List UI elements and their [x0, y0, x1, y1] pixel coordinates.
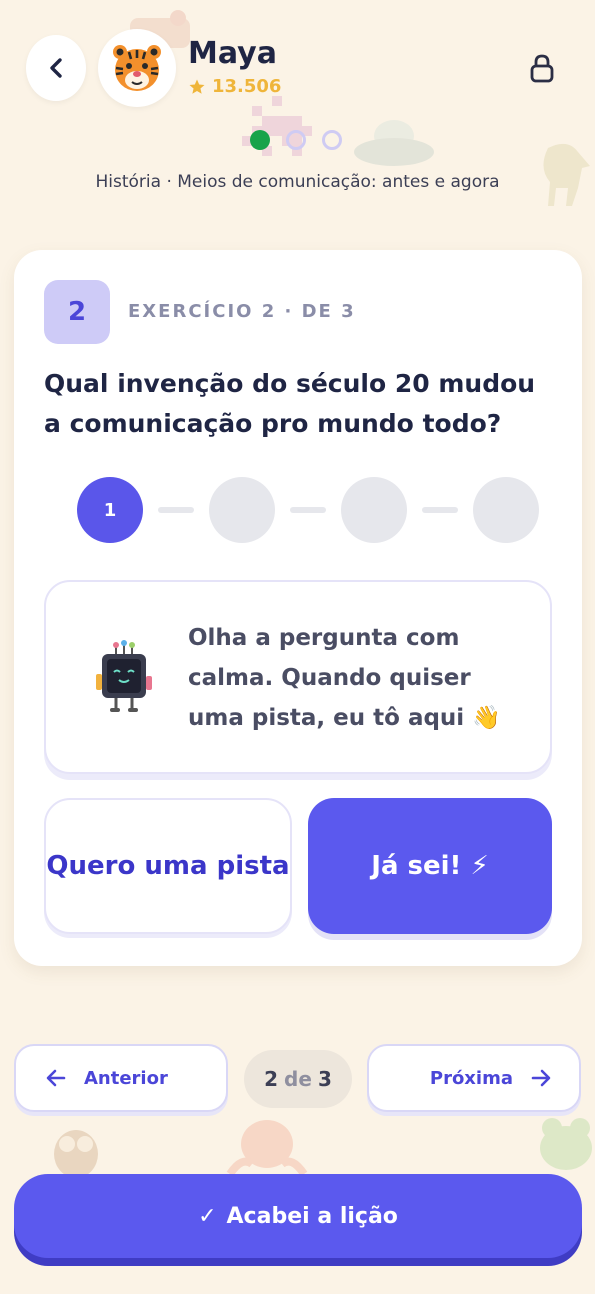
user-name: Maya [188, 36, 277, 71]
previous-label: Anterior [84, 1067, 168, 1089]
finish-label: Acabei a lição [226, 1203, 398, 1229]
progress-dot-done [250, 130, 270, 150]
lock-button[interactable] [526, 52, 558, 84]
tiger-avatar-icon [113, 45, 161, 91]
page-indicator: 2 de 3 [244, 1050, 352, 1108]
exercise-number-badge: 2 [44, 280, 110, 344]
previous-button[interactable]: Anterior [14, 1044, 228, 1112]
robot-mascot-icon [96, 640, 152, 712]
ufo-decoration [354, 120, 434, 166]
next-button[interactable]: Próxima [367, 1044, 581, 1112]
tip-text: Olha a pergunta com calma. Quando quiser… [188, 625, 501, 731]
chevron-left-icon [50, 58, 62, 78]
next-label: Próxima [429, 1067, 513, 1089]
breadcrumb-separator: · [166, 172, 172, 192]
hint-button[interactable]: Quero uma pista [44, 798, 292, 934]
step-2 [209, 477, 275, 543]
frog-decoration [540, 1118, 592, 1170]
lesson-progress-dots [250, 130, 342, 150]
points-value: 13.506 [212, 76, 282, 97]
points-display: 13.506 [188, 76, 281, 97]
answer-button[interactable]: Já sei! ⚡ [308, 798, 552, 934]
owl-decoration [54, 1130, 98, 1178]
progress-dot-pending [322, 130, 342, 150]
attempt-steps: 1 [77, 477, 539, 543]
step-1: 1 [77, 477, 143, 543]
step-3 [341, 477, 407, 543]
star-icon [189, 79, 205, 94]
check-icon: ✓ [198, 1203, 217, 1229]
arrow-right-icon [531, 1069, 551, 1087]
progress-dot-pending [286, 130, 306, 150]
avatar[interactable] [98, 29, 176, 107]
arrow-left-icon [46, 1069, 66, 1087]
finish-lesson-button[interactable]: ✓ Acabei a lição [14, 1174, 582, 1258]
breadcrumb-subject: História [95, 172, 162, 192]
step-connector [422, 507, 458, 513]
page-current: 2 [264, 1067, 279, 1091]
page-of: de [284, 1067, 312, 1091]
page-total: 3 [317, 1067, 332, 1091]
step-connector [290, 507, 326, 513]
lock-icon [530, 54, 554, 83]
question-text: Qual invenção do século 20 mudou a comun… [44, 369, 536, 438]
breadcrumb: História · Meios de comunicação: antes e… [0, 172, 595, 192]
breadcrumb-topic: Meios de comunicação: antes e agora [177, 172, 500, 192]
octopus-decoration [226, 1120, 308, 1177]
exercise-label: EXERCÍCIO 2 · DE 3 [128, 301, 356, 322]
step-4 [473, 477, 539, 543]
back-button[interactable] [26, 35, 86, 101]
step-connector [158, 507, 194, 513]
